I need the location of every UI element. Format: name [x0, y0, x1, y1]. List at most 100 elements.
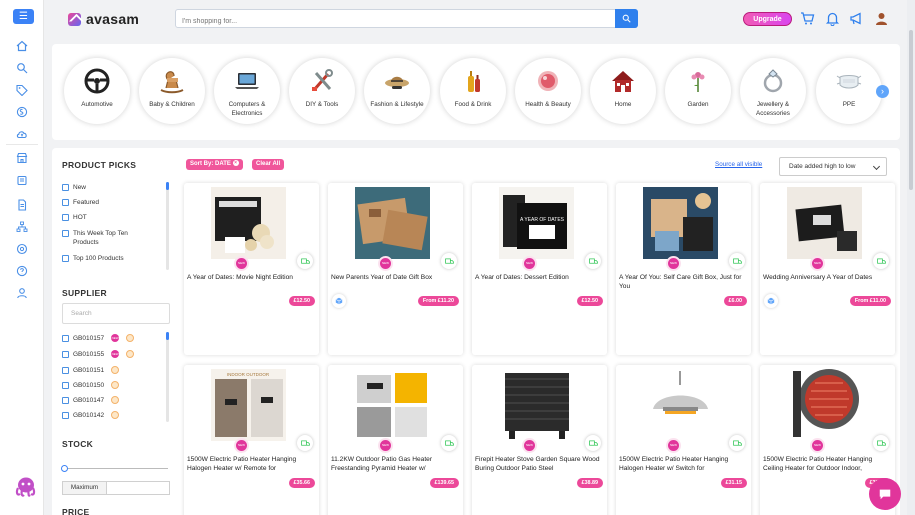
product-image[interactable]: [499, 369, 574, 441]
product-card[interactable]: NEW New Parents Year of Date Gift Box Fr…: [328, 183, 463, 355]
help-icon[interactable]: [14, 263, 30, 279]
cart-icon[interactable]: [800, 11, 815, 26]
user-icon[interactable]: [14, 285, 30, 301]
product-pick-featured[interactable]: Featured: [62, 198, 99, 207]
product-title[interactable]: 1500W Electric Patio Heater Hanging Ceil…: [763, 456, 893, 473]
checkbox[interactable]: [62, 230, 69, 237]
product-title[interactable]: A Year Of You: Self Care Gift Box, Just …: [619, 274, 749, 291]
upgrade-button[interactable]: Upgrade: [743, 12, 792, 26]
product-card[interactable]: NEW A Year of Dates: Movie Night Edition…: [184, 183, 319, 355]
product-pick-hot[interactable]: HOT: [62, 213, 87, 222]
clear-all-button[interactable]: Clear All: [252, 159, 285, 170]
product-card[interactable]: INDOOR OUTDOOR NEW 1500W Electric Patio …: [184, 365, 319, 515]
product-image[interactable]: [787, 369, 862, 441]
document-icon[interactable]: [14, 197, 30, 213]
box-icon[interactable]: [14, 172, 30, 188]
sort-order-select[interactable]: Date added high to low: [779, 157, 887, 176]
search-button[interactable]: [615, 9, 638, 28]
menu-toggle-button[interactable]: ☰: [13, 9, 34, 24]
cloud-upload-icon[interactable]: [14, 126, 30, 142]
carousel-next-button[interactable]: ›: [876, 85, 889, 98]
checkbox[interactable]: [62, 255, 69, 262]
category-baby-children[interactable]: Baby & Children: [139, 58, 205, 124]
close-icon[interactable]: ×: [232, 160, 239, 167]
category-home[interactable]: Home: [590, 58, 656, 124]
product-card[interactable]: A YEAR OF DATES NEW A Year of Dates: Des…: [472, 183, 607, 355]
scroll-thumb[interactable]: [166, 332, 169, 340]
brand-logo[interactable]: avasam: [68, 11, 139, 27]
product-pick-new[interactable]: New: [62, 183, 86, 192]
product-title[interactable]: New Parents Year of Date Gift Box: [331, 274, 461, 283]
product-title[interactable]: Firepit Heater Stove Garden Square Wood …: [475, 456, 605, 473]
megaphone-icon[interactable]: [849, 11, 864, 26]
supplier-item[interactable]: GB010142: [62, 411, 120, 420]
checkbox[interactable]: [62, 367, 69, 374]
product-image[interactable]: [355, 187, 430, 259]
product-title[interactable]: Wedding Anniversary A Year of Dates: [763, 274, 893, 283]
checkbox[interactable]: [62, 214, 69, 221]
checkbox[interactable]: [62, 351, 69, 358]
product-card[interactable]: NEW Wedding Anniversary A Year of Dates …: [760, 183, 895, 355]
assistant-octopus-icon[interactable]: [14, 476, 38, 498]
category-diy-tools[interactable]: DIY & Tools: [289, 58, 355, 124]
supplier-item[interactable]: GB010150: [62, 381, 120, 390]
category-ppe[interactable]: PPE: [816, 58, 882, 124]
product-picks-scrollbar[interactable]: [166, 182, 169, 270]
sort-by-date-chip[interactable]: Sort By: DATE ×: [186, 159, 243, 170]
product-title[interactable]: 1500W Electric Patio Heater Hanging Halo…: [187, 456, 317, 473]
supplier-item[interactable]: GB010151: [62, 366, 120, 375]
source-all-visible-link[interactable]: Source all visible: [715, 161, 762, 168]
product-title[interactable]: A Year of Dates: Dessert Edition: [475, 274, 605, 283]
supplier-search-input[interactable]: Search: [62, 303, 170, 324]
product-card[interactable]: NEW A Year Of You: Self Care Gift Box, J…: [616, 183, 751, 355]
product-search-input[interactable]: [176, 13, 616, 30]
product-card[interactable]: NEW Firepit Heater Stove Garden Square W…: [472, 365, 607, 515]
product-image[interactable]: [211, 187, 286, 259]
checkbox[interactable]: [62, 199, 69, 206]
stock-slider-handle[interactable]: [61, 465, 68, 472]
home-icon[interactable]: [14, 38, 30, 54]
product-title[interactable]: 11.2KW Outdoor Patio Gas Heater Freestan…: [331, 456, 461, 473]
product-title[interactable]: A Year of Dates: Movie Night Edition: [187, 274, 317, 283]
category-fashion-lifestyle[interactable]: Fashion & Lifestyle: [364, 58, 430, 124]
category-computers-electronics[interactable]: Computers & Electronics: [214, 58, 280, 124]
supplier-item[interactable]: GB010155 NEW: [62, 350, 135, 359]
product-image[interactable]: [643, 369, 718, 441]
supplier-item[interactable]: GB010147: [62, 396, 120, 405]
scroll-thumb[interactable]: [166, 182, 169, 190]
product-pick-top-100[interactable]: Top 100 Products: [62, 254, 124, 263]
checkbox[interactable]: [62, 184, 69, 191]
product-image[interactable]: A YEAR OF DATES: [499, 187, 574, 259]
checkbox[interactable]: [62, 412, 69, 419]
checkbox[interactable]: [62, 382, 69, 389]
maximum-input[interactable]: [107, 482, 169, 494]
supplier-item[interactable]: GB010157 NEW: [62, 334, 135, 343]
product-pick-top-ten[interactable]: This Week Top Ten Products: [62, 229, 148, 247]
product-title[interactable]: 1500W Electric Patio Heater Hanging Halo…: [619, 456, 749, 473]
product-image[interactable]: [787, 187, 862, 259]
category-automotive[interactable]: Automotive: [64, 58, 130, 124]
product-card[interactable]: NEW 11.2KW Outdoor Patio Gas Heater Free…: [328, 365, 463, 515]
sitemap-icon[interactable]: [14, 219, 30, 235]
product-image[interactable]: INDOOR OUTDOOR: [211, 369, 286, 441]
checkbox[interactable]: [62, 397, 69, 404]
account-avatar-icon[interactable]: [874, 11, 889, 26]
supplier-scrollbar[interactable]: [166, 332, 169, 422]
tag-icon[interactable]: [14, 82, 30, 98]
page-scroll-thumb[interactable]: [909, 30, 913, 190]
chat-launcher-button[interactable]: [869, 478, 901, 510]
storefront-icon[interactable]: [14, 150, 30, 166]
product-image[interactable]: [643, 187, 718, 259]
category-health-beauty[interactable]: Health & Beauty: [515, 58, 581, 124]
category-food-drink[interactable]: Food & Drink: [440, 58, 506, 124]
search-icon[interactable]: [14, 60, 30, 76]
category-jewellery-accessories[interactable]: Jewellery & Accessories: [740, 58, 806, 124]
checkbox[interactable]: [62, 335, 69, 342]
category-garden[interactable]: Garden: [665, 58, 731, 124]
product-card[interactable]: NEW 1500W Electric Patio Heater Hanging …: [616, 365, 751, 515]
currency-icon[interactable]: [14, 104, 30, 120]
notification-bell-icon[interactable]: [825, 11, 840, 27]
settings-icon[interactable]: [14, 241, 30, 257]
stock-slider-track[interactable]: [64, 468, 168, 469]
product-image[interactable]: [355, 369, 430, 441]
